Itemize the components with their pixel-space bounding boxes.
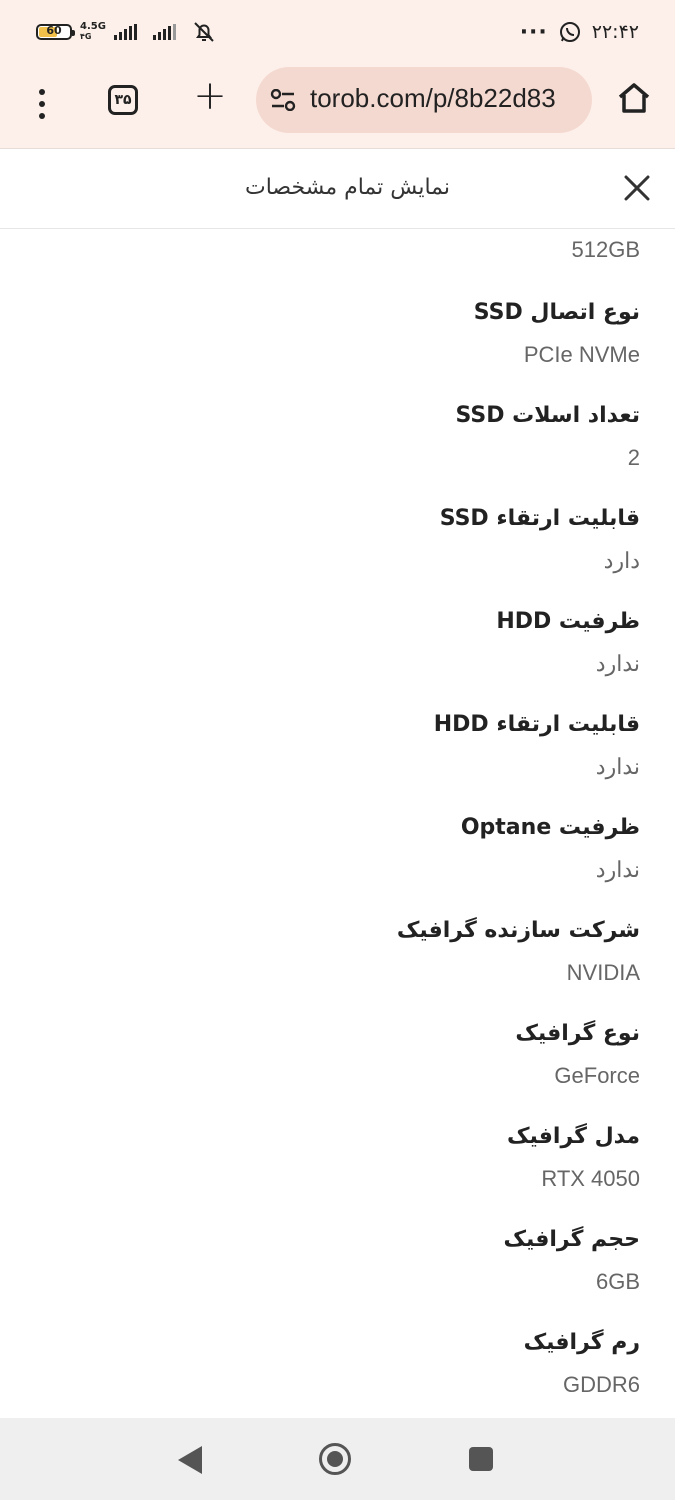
spec-value: 2 bbox=[627, 445, 640, 470]
spec-item: تعداد اسلات SSD 2 bbox=[456, 402, 641, 472]
recent-square-icon[interactable] bbox=[469, 1447, 493, 1471]
spec-value: GDDR6 bbox=[562, 1372, 640, 1397]
spec-item: نوع گرافیک GeForce bbox=[515, 1020, 640, 1090]
spec-item: حجم گرافیک 6GB bbox=[503, 1226, 640, 1296]
spec-item: نوع اتصال SSD PCIe NVMe bbox=[474, 299, 640, 369]
spec-item: مدل گرافیک RTX 4050 bbox=[507, 1123, 640, 1193]
spec-value: ندارد bbox=[595, 651, 640, 676]
spec-value: 6GB bbox=[595, 1269, 640, 1294]
spec-label: حجم گرافیک bbox=[503, 1227, 640, 1252]
whatsapp-icon bbox=[559, 22, 580, 42]
back-triangle-icon[interactable] bbox=[178, 1446, 202, 1474]
spec-value: ندارد bbox=[595, 857, 640, 882]
spec-item: قابلیت ارتقاء SSD دارد bbox=[440, 505, 640, 575]
bell-off-icon bbox=[194, 22, 214, 42]
browser-toolbar: ۳۵ + torob.com/p/8b22d83 bbox=[0, 62, 675, 149]
spec-item: رم گرافیک GDDR6 bbox=[524, 1329, 640, 1399]
spec-value-storage: 512GB bbox=[571, 237, 641, 262]
spec-label: شرکت سازنده گرافیک bbox=[396, 918, 640, 943]
specs-list: 512GB نوع اتصال SSD PCIe NVMe تعداد اسلا… bbox=[0, 229, 675, 1417]
spec-label: مدل گرافیک bbox=[506, 1124, 640, 1149]
spec-value: NVIDIA bbox=[566, 960, 640, 985]
spec-value: ندارد bbox=[595, 754, 640, 779]
clock: ۲۲:۴۲ bbox=[591, 21, 639, 43]
spec-item: ظرفیت HDD ندارد bbox=[496, 608, 640, 678]
spec-item: ظرفیت Optane ندارد bbox=[461, 814, 640, 884]
more-vertical-icon[interactable] bbox=[28, 82, 56, 126]
spec-value: GeForce bbox=[554, 1063, 640, 1088]
home-icon[interactable] bbox=[614, 78, 654, 118]
spec-label: قابلیت ارتقاء HDD bbox=[433, 712, 640, 737]
url-text[interactable]: torob.com/p/8b22d83 bbox=[310, 83, 556, 114]
more-notifications: ··· bbox=[519, 19, 548, 45]
spec-item: شرکت سازنده گرافیک NVIDIA bbox=[397, 917, 640, 987]
spec-label: ظرفیت HDD bbox=[496, 609, 640, 634]
signal-icon bbox=[113, 24, 137, 40]
spec-label: نوع گرافیک bbox=[515, 1021, 640, 1046]
spec-label: ظرفیت Optane bbox=[460, 815, 640, 840]
address-bar[interactable]: torob.com/p/8b22d83 bbox=[256, 67, 592, 133]
network-label: 4.5G bbox=[80, 21, 106, 32]
tune-icon[interactable] bbox=[270, 89, 296, 111]
plus-icon[interactable]: + bbox=[190, 76, 230, 116]
spec-label: قابلیت ارتقاء SSD bbox=[439, 506, 640, 531]
tab-count: ۳۵ bbox=[114, 92, 132, 108]
sheet-header: نمایش تمام مشخصات bbox=[0, 149, 675, 229]
status-left: 60 4.5G ۴G bbox=[36, 18, 216, 46]
battery-icon: 60 bbox=[36, 24, 75, 40]
close-icon[interactable] bbox=[622, 173, 652, 203]
signal-icon-2 bbox=[152, 24, 176, 40]
status-right: ··· ۲۲:۴۲ bbox=[520, 18, 639, 46]
tab-switcher-button[interactable]: ۳۵ bbox=[108, 85, 138, 115]
system-nav-bar bbox=[0, 1418, 675, 1500]
network-sub-label: ۴G bbox=[80, 32, 92, 41]
spec-label: نوع اتصال SSD bbox=[473, 300, 640, 325]
spec-item: قابلیت ارتقاء HDD ندارد bbox=[434, 711, 640, 781]
status-bar: 60 4.5G ۴G ··· ۲۲:۴۲ bbox=[0, 0, 675, 62]
battery-level: 60 bbox=[46, 24, 62, 37]
spec-label: رم گرافیک bbox=[523, 1330, 640, 1355]
home-circle-icon[interactable] bbox=[318, 1442, 352, 1476]
spec-value: PCIe NVMe bbox=[523, 342, 640, 367]
network-type: 4.5G ۴G bbox=[80, 22, 106, 42]
spec-label: تعداد اسلات SSD bbox=[455, 403, 641, 428]
spec-value: RTX 4050 bbox=[541, 1166, 640, 1191]
spec-value: دارد bbox=[603, 548, 640, 573]
sheet-title: نمایش تمام مشخصات bbox=[245, 175, 450, 200]
